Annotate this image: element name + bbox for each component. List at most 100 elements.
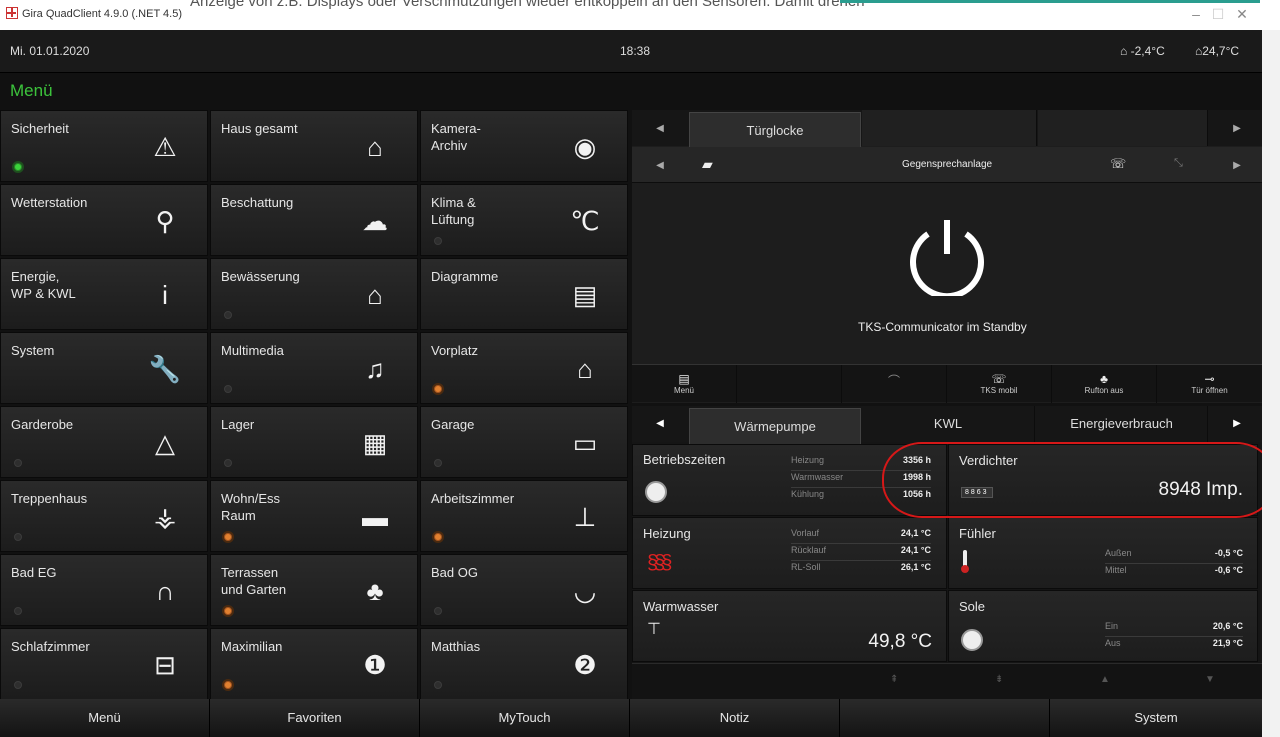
scroll-top-icon[interactable]: ⇞ [890, 674, 898, 685]
nav-menu-button[interactable]: Menü [0, 699, 210, 737]
tile-label: Wetterstation [11, 195, 88, 210]
row-key: Ein [1105, 621, 1119, 631]
status-dot [14, 163, 22, 171]
row-value: 21,9 °C [1212, 638, 1243, 648]
tile-bad-og[interactable]: Bad OG ◡ [420, 554, 628, 626]
tab-label: Energieverbrauch [1070, 416, 1173, 431]
status-dot [224, 681, 232, 689]
scroll-down-icon[interactable]: ▼ [1205, 674, 1215, 685]
tab-waermepumpe[interactable]: Wärmepumpe [689, 408, 861, 444]
tile-garage[interactable]: Garage ▭ [420, 406, 628, 478]
hp-tab-next-icon[interactable]: ▶ [1217, 418, 1257, 429]
door-open-button[interactable]: ⊸ Tür öffnen [1157, 365, 1262, 403]
tap-icon: ⊤ [647, 621, 661, 638]
tab-next-icon[interactable]: ▶ [1217, 123, 1257, 134]
hangup-button[interactable]: ⌒ [842, 365, 947, 403]
fuehler-title: Fühler [959, 526, 996, 541]
intercom-panel: ◀ Türglocke ▶ ◀ ▰ Gegensprechanlage ☏ ⤡ … [632, 110, 1262, 403]
tile-beschattung[interactable]: Beschattung ☁ [210, 184, 418, 256]
nav-empty-button[interactable] [840, 699, 1050, 737]
tab-label: KWL [933, 416, 963, 431]
nav-favoriten-button[interactable]: Favoriten [210, 699, 420, 737]
tile-matthias[interactable]: Matthias ❷ [420, 628, 628, 700]
tab-energieverbrauch[interactable]: Energieverbrauch [1036, 406, 1208, 442]
nav-label: System [1134, 710, 1178, 725]
window-title: Gira QuadClient 4.9.0 (.NET 4.5) [22, 8, 182, 20]
tile-energie-wp-kwl[interactable]: Energie, WP & KWL i [0, 258, 208, 330]
tile-wohn-ess-raum[interactable]: Wohn/Ess Raum ▬ [210, 480, 418, 552]
row-key: Rücklauf [791, 545, 827, 555]
handset-icon: ⌒ [887, 374, 900, 388]
intercom-blank-button[interactable] [737, 365, 842, 403]
sub-prev-icon[interactable]: ◀ [640, 160, 680, 171]
tile-wetterstation[interactable]: Wetterstation ⚲ [0, 184, 208, 256]
tile-kamera-archiv[interactable]: Kamera- Archiv ◉ [420, 110, 628, 182]
tile-maximilian[interactable]: Maximilian ❶ [210, 628, 418, 700]
nav-mytouch-button[interactable]: MyTouch [420, 699, 630, 737]
tile-label: Energie, WP & KWL [11, 269, 76, 301]
nav-notiz-button[interactable]: Notiz [630, 699, 840, 737]
tab-empty-2[interactable] [1038, 110, 1208, 146]
maximize-button[interactable]: ☐ [1208, 6, 1228, 23]
hp-tab-prev-icon[interactable]: ◀ [640, 418, 680, 429]
tile-multimedia[interactable]: Multimedia ♫ [210, 332, 418, 404]
indoor-temp: ⌂24,7°C [1195, 44, 1239, 58]
outdoor-house-icon: ⌂ [1120, 44, 1128, 58]
tks-mobil-label: TKS mobil [980, 386, 1018, 395]
tile-diagramme[interactable]: Diagramme ▤ [420, 258, 628, 330]
tile-system[interactable]: System 🔧 [0, 332, 208, 404]
intercom-menu-button[interactable]: ▤ Menü [632, 365, 737, 403]
ringtone-off-button[interactable]: ♣ Rufton aus [1052, 365, 1157, 403]
scroll-bottom-icon[interactable]: ⇟ [995, 674, 1003, 685]
tile-terrassen-und-garten[interactable]: Terrassen und Garten ♣ [210, 554, 418, 626]
power-icon[interactable] [904, 210, 990, 296]
tab-kwl[interactable]: KWL [862, 406, 1035, 442]
sub-next-icon[interactable]: ▶ [1217, 160, 1257, 171]
nav-system-button[interactable]: System [1050, 699, 1262, 737]
tile-bad-eg[interactable]: Bad EG ∩ [0, 554, 208, 626]
outdoor-temp-value: -2,4°C [1130, 44, 1165, 58]
tile-treppenhaus[interactable]: Treppenhaus ⚶ [0, 480, 208, 552]
teddy-2-icon: ❷ [573, 650, 597, 680]
minimize-button[interactable]: – [1186, 6, 1206, 22]
tile-garderobe[interactable]: Garderobe △ [0, 406, 208, 478]
camera-icon[interactable]: ▰ [702, 156, 713, 173]
tab-prev-icon[interactable]: ◀ [640, 123, 680, 134]
nav-label: Notiz [719, 710, 750, 725]
tile-label: Sicherheit [11, 121, 69, 136]
close-button[interactable]: ✕ [1232, 6, 1252, 23]
tile-lager[interactable]: Lager ▦ [210, 406, 418, 478]
row-key: Heizung [791, 455, 825, 465]
heatpump-panel: ◀ Wärmepumpe KWL Energieverbrauch ▶ Betr… [632, 406, 1276, 699]
collapse-icon[interactable]: ⤡ [1174, 157, 1183, 170]
tile-schlafzimmer[interactable]: Schlafzimmer ⊟ [0, 628, 208, 700]
thermometer-icon [961, 550, 969, 573]
fuehler-card: Fühler Außen -0,5 °C Mittel -0,6 °C [948, 517, 1258, 589]
window-scrollbar[interactable] [1262, 30, 1280, 737]
phone-forward-icon[interactable]: ☏ [1110, 156, 1126, 172]
carport-icon: ⌂ [577, 354, 593, 384]
tile-haus-gesamt[interactable]: Haus gesamt ⌂ [210, 110, 418, 182]
ringtone-off-label: Rufton aus [1084, 386, 1124, 395]
row-value: -0,5 °C [1214, 548, 1243, 558]
tile-sicherheit[interactable]: Sicherheit ⚠ [0, 110, 208, 182]
fuehler-row: Außen -0,5 °C [1105, 548, 1243, 564]
sun-cloud-icon: ☁ [362, 206, 388, 236]
gauge-icon [961, 629, 983, 651]
tile-bewässerung[interactable]: Bewässerung ⌂ [210, 258, 418, 330]
tile-klima-lüftung[interactable]: Klima & Lüftung ℃ [420, 184, 628, 256]
key-icon: ⊸ [1204, 372, 1215, 386]
tks-mobil-button[interactable]: ☏ TKS mobil [947, 365, 1052, 403]
phone-icon: ☏ [991, 372, 1007, 386]
tab-tuerglocke[interactable]: Türglocke [689, 112, 861, 148]
tile-arbeitszimmer[interactable]: Arbeitszimmer ⊥ [420, 480, 628, 552]
tile-vorplatz[interactable]: Vorplatz ⌂ [420, 332, 628, 404]
tab-empty-1[interactable] [862, 110, 1037, 146]
row-value: 20,6 °C [1212, 621, 1243, 631]
status-dot [434, 385, 442, 393]
annotation-ellipse [882, 442, 1276, 518]
scroll-up-icon[interactable]: ▲ [1100, 674, 1110, 685]
row-key: Kühlung [791, 489, 825, 499]
row-value: -0,6 °C [1214, 565, 1243, 575]
sole-card: Sole Ein 20,6 °C Aus 21,9 °C [948, 590, 1258, 662]
